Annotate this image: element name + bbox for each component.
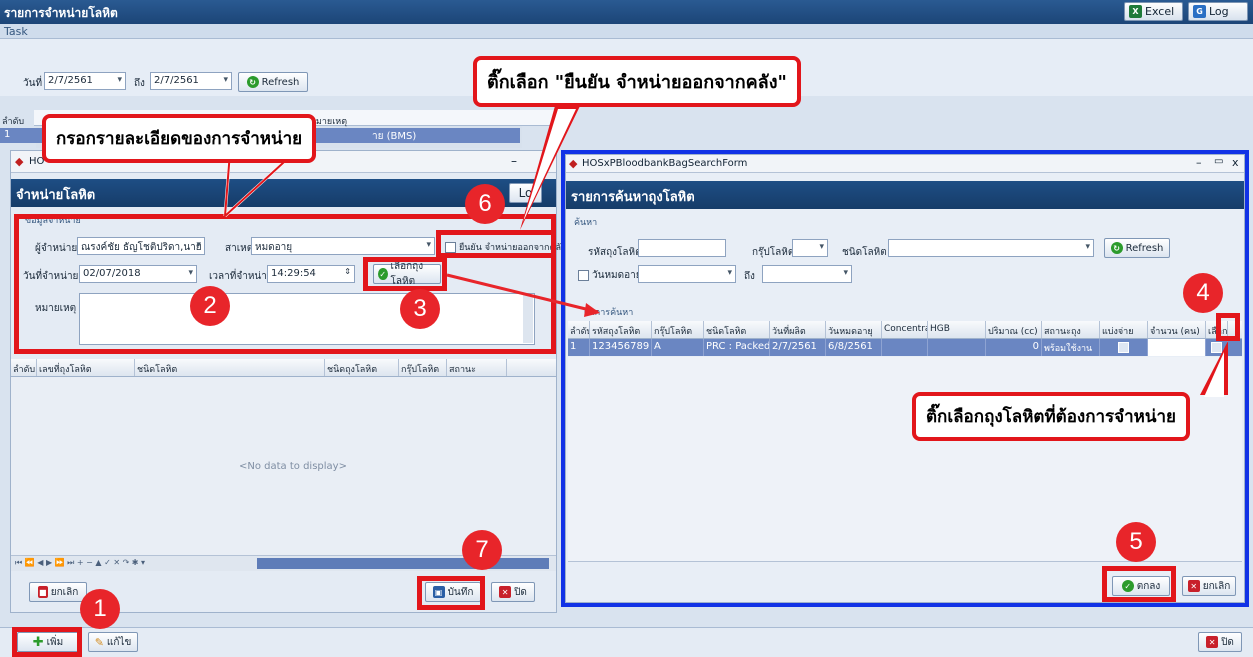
step-1-text: 1	[93, 595, 107, 622]
step-4-marker: 4	[1183, 273, 1223, 313]
step-2-marker: 2	[190, 286, 230, 326]
step-3-marker: 3	[400, 289, 440, 329]
callout-confirm-pointer	[520, 106, 580, 230]
step-5-text: 5	[1129, 528, 1143, 555]
step-7-text: 7	[475, 536, 489, 563]
step-5-marker: 5	[1116, 522, 1156, 562]
callout-confirm: ติ๊กเลือก "ยืนยัน จำหน่ายออกจากคลัง"	[473, 56, 801, 107]
step-6-text: 6	[478, 190, 492, 217]
step-4-text: 4	[1196, 279, 1210, 306]
callout-fill-text: กรอกรายละเอียดของการจำหน่าย	[56, 129, 303, 149]
callout-fill-details: กรอกรายละเอียดของการจำหน่าย	[42, 114, 317, 163]
step-6-marker: 6	[465, 184, 505, 224]
step-3-text: 3	[413, 295, 427, 322]
step-7-marker: 7	[462, 530, 502, 570]
step-2-text: 2	[203, 292, 217, 319]
callout-select-bag: ติ๊กเลือกถุงโลหิตที่ต้องการจำหน่าย	[912, 392, 1191, 441]
callout-select-text: ติ๊กเลือกถุงโลหิตที่ต้องการจำหน่าย	[926, 407, 1177, 427]
bag-link-arrow	[446, 273, 599, 314]
bag-link-arrowhead	[584, 303, 600, 317]
step-1-marker: 1	[80, 589, 120, 629]
callout-select-pointer-fill	[1204, 352, 1224, 397]
callout-confirm-text: ติ๊กเลือก "ยืนยัน จำหน่ายออกจากคลัง"	[487, 72, 787, 93]
